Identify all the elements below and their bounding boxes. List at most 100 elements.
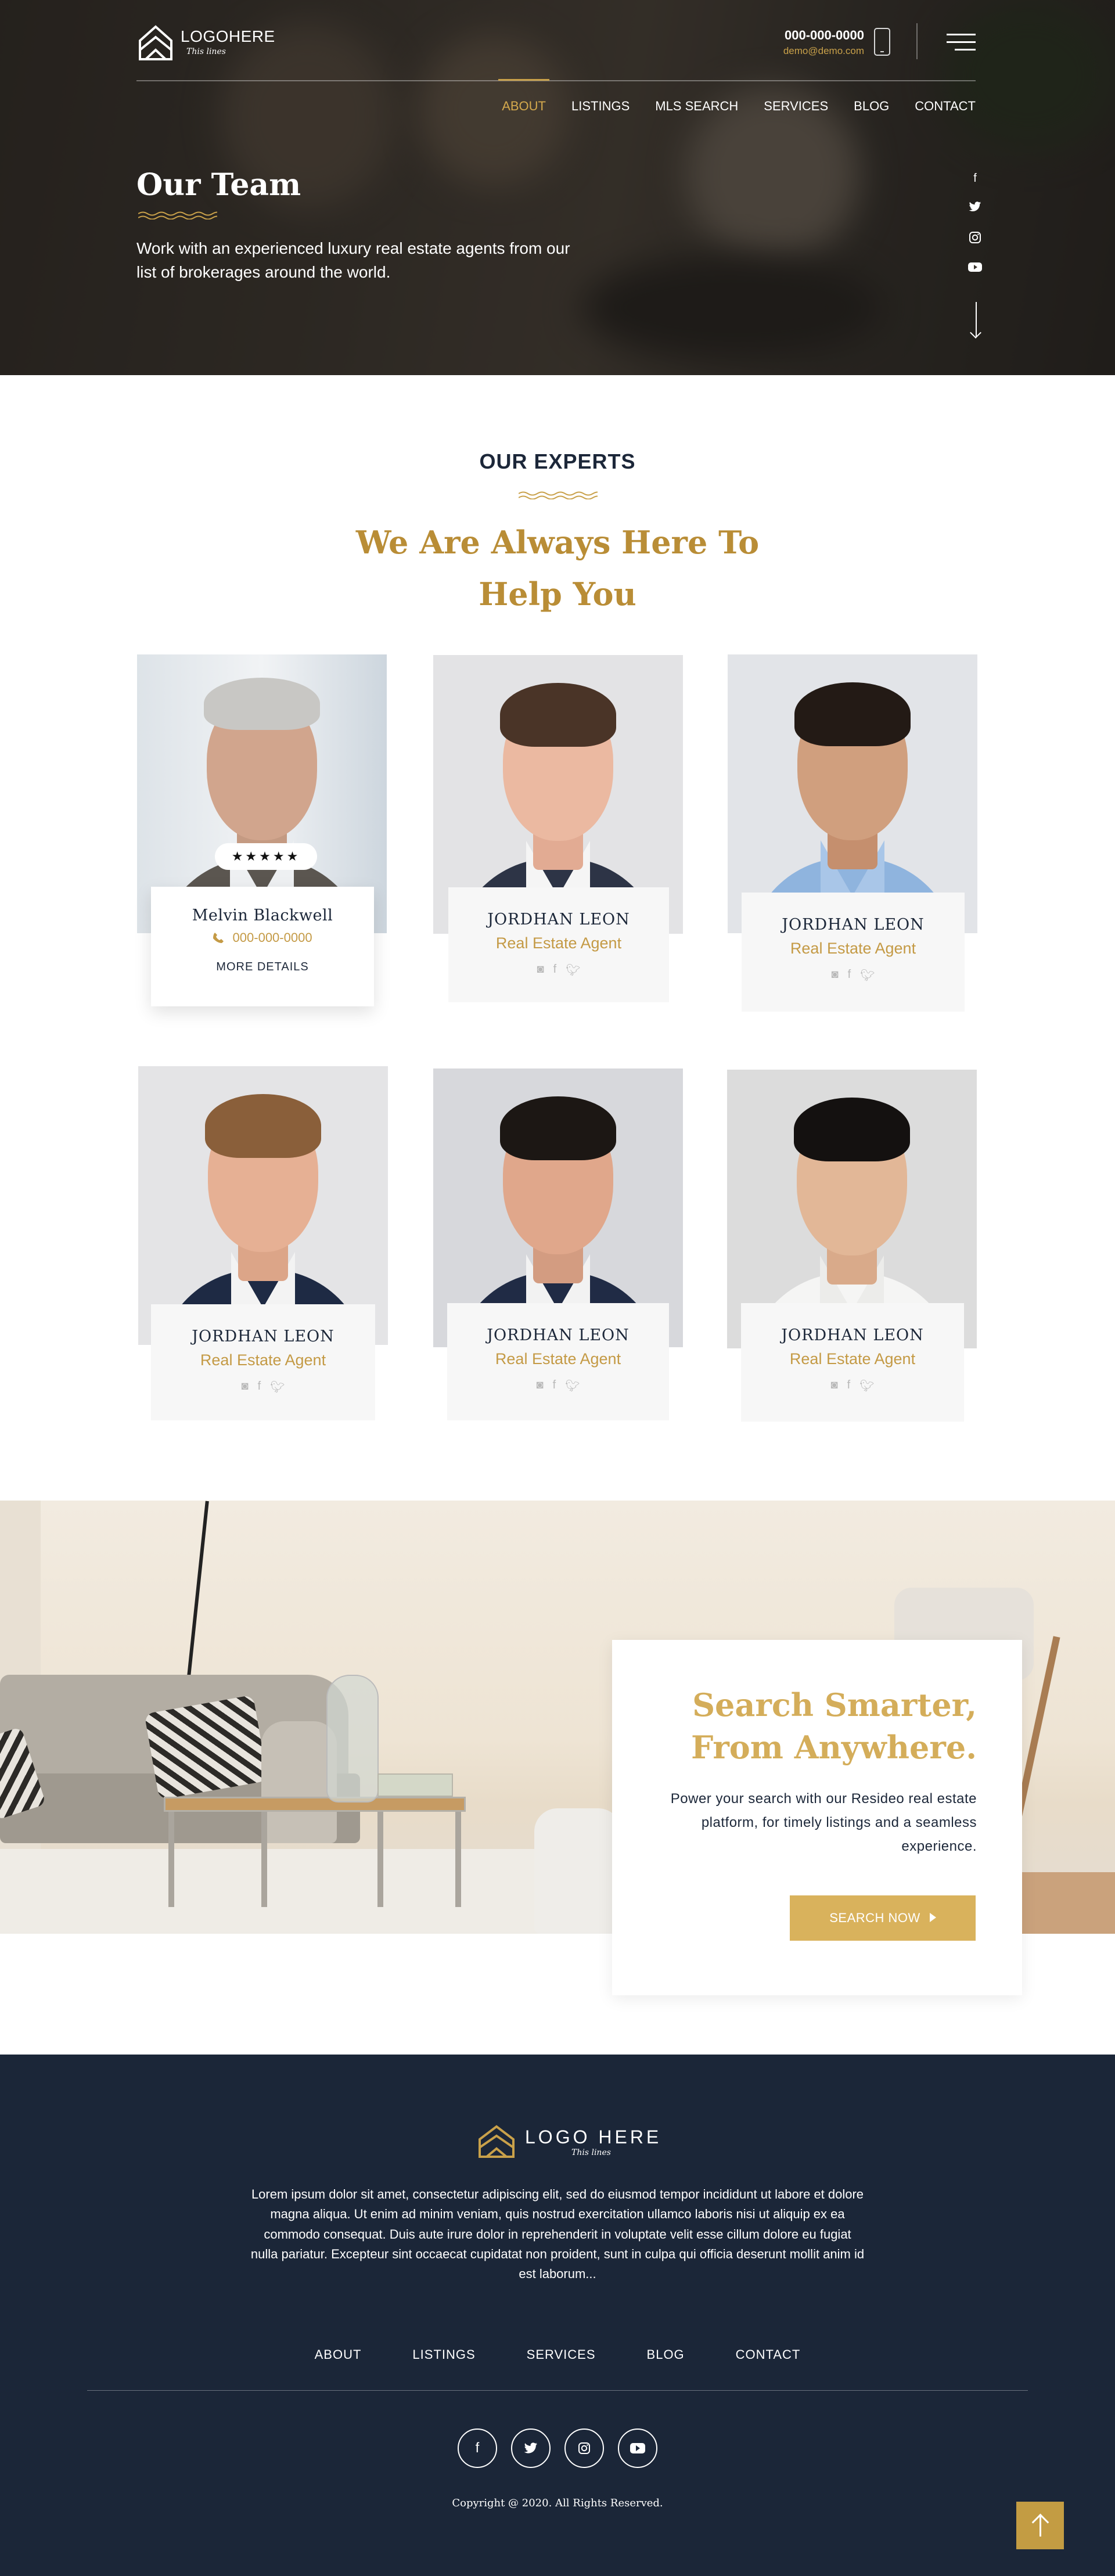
nav-blog[interactable]: BLOG (854, 99, 889, 114)
twitter-icon[interactable]: 🐦︎ (565, 1379, 580, 1393)
agent-name: JORDHAN LEON (487, 1326, 630, 1344)
footer: LOGO HERE This lines Lorem ipsum dolor s… (0, 2055, 1115, 2576)
section-title: We Are Always Here To Help You (355, 524, 760, 613)
agent-role: Real Estate Agent (789, 1350, 916, 1368)
instagram-icon[interactable]: ◙ (831, 968, 838, 983)
twitter-icon[interactable]: 🐦︎ (566, 963, 580, 977)
nav-services[interactable]: SERVICES (764, 99, 828, 114)
logo-text: LOGOHERE (181, 27, 275, 45)
page-title: Our Team (136, 167, 301, 203)
footer-nav: ABOUT LISTINGS SERVICES BLOG CONTACT (0, 2347, 1115, 2362)
instagram-icon[interactable] (967, 231, 983, 246)
footer-nav-contact[interactable]: CONTACT (736, 2347, 801, 2362)
agent-info: JORDHAN LEON Real Estate Agent ◙ f 🐦︎ (742, 893, 965, 1012)
instagram-icon[interactable]: ◙ (241, 1380, 248, 1394)
nav-listings[interactable]: LISTINGS (571, 99, 630, 114)
facebook-icon[interactable]: f (458, 2429, 497, 2468)
footer-logo-tagline: This lines (571, 2147, 611, 2157)
main-nav: ABOUT LISTINGS MLS SEARCH SERVICES BLOG … (498, 79, 976, 114)
agent-phone-row[interactable]: 000-000-0000 (151, 930, 374, 945)
agent-social: ◙ f 🐦︎ (447, 1379, 669, 1393)
agent-card[interactable]: JORDHAN LEON Real Estate Agent ◙ f 🐦︎ (433, 655, 683, 1003)
twitter-icon[interactable]: 🐦︎ (860, 968, 875, 983)
twitter-icon[interactable]: 🐦︎ (270, 1380, 285, 1394)
facebook-icon[interactable]: f (258, 1380, 261, 1394)
agent-info: JORDHAN LEON Real Estate Agent ◙ f 🐦︎ (448, 887, 669, 1002)
instagram-icon[interactable]: ◙ (830, 1379, 837, 1393)
search-now-button[interactable]: SEARCH NOW (790, 1895, 976, 1941)
header-phone[interactable]: 000-000-0000 (783, 28, 864, 43)
logo-tagline: This lines (186, 47, 226, 56)
search-card: Search Smarter, From Anywhere. Power you… (612, 1640, 1022, 1995)
vase (326, 1675, 379, 1803)
footer-nav-about[interactable]: ABOUT (315, 2347, 362, 2362)
agent-card-featured[interactable]: ★★★★★ Melvin Blackwell 000-000-0000 MORE… (137, 654, 387, 1009)
footer-nav-listings[interactable]: LISTINGS (412, 2347, 475, 2362)
footer-logo[interactable]: LOGO HERE This lines (477, 2124, 661, 2159)
youtube-icon[interactable] (618, 2429, 657, 2468)
facebook-icon[interactable]: f (553, 963, 557, 977)
phone-icon (213, 933, 224, 943)
header-divider (916, 23, 918, 59)
wave-divider-icon (138, 211, 217, 220)
footer-nav-services[interactable]: SERVICES (527, 2347, 596, 2362)
footer-description: Lorem ipsum dolor sit amet, consectetur … (250, 2187, 865, 2282)
nav-about[interactable]: ABOUT (498, 79, 549, 114)
more-details-link[interactable]: MORE DETAILS (151, 960, 374, 974)
facebook-icon[interactable]: f (967, 171, 983, 186)
agent-info: JORDHAN LEON Real Estate Agent ◙ f 🐦︎ (741, 1303, 964, 1422)
header-logo[interactable]: LOGOHERE This lines (138, 23, 275, 62)
agent-name: JORDHAN LEON (192, 1327, 334, 1345)
section-label: OUR EXPERTS (479, 449, 636, 473)
instagram-icon[interactable]: ◙ (536, 1379, 543, 1393)
search-title: Search Smarter, From Anywhere. (690, 1686, 977, 1766)
agent-role: Real Estate Agent (200, 1351, 326, 1369)
facebook-icon[interactable]: f (848, 968, 851, 983)
twitter-icon[interactable] (511, 2429, 551, 2468)
footer-nav-blog[interactable]: BLOG (647, 2347, 685, 2362)
scroll-down-icon[interactable] (976, 302, 977, 337)
agent-name: JORDHAN LEON (781, 1326, 924, 1344)
agent-name: Melvin Blackwell (192, 906, 333, 924)
facebook-icon[interactable]: f (553, 1379, 556, 1393)
mobile-phone-icon (874, 28, 890, 56)
agent-social: ◙ f 🐦︎ (742, 968, 965, 983)
search-description: Power your search with our Resideo real … (670, 1791, 977, 1854)
agent-social: ◙ f 🐦︎ (741, 1379, 964, 1393)
pouf (534, 1808, 621, 1934)
house-logo-icon (479, 2125, 515, 2158)
back-to-top-button[interactable] (1016, 2502, 1064, 2549)
instagram-icon[interactable]: ◙ (537, 963, 544, 977)
nav-contact[interactable]: CONTACT (915, 99, 976, 114)
agent-info: Melvin Blackwell 000-000-0000 MORE DETAI… (151, 887, 374, 1006)
agent-photo (728, 654, 977, 933)
header-email[interactable]: demo@demo.com (783, 45, 864, 57)
agent-card[interactable]: JORDHAN LEON Real Estate Agent ◙ f 🐦︎ (138, 1066, 388, 1422)
agent-role: Real Estate Agent (495, 934, 622, 952)
agent-name: JORDHAN LEON (487, 911, 630, 929)
youtube-icon[interactable] (967, 261, 983, 276)
copyright: Copyright @ 2020. All Rights Reserved. (452, 2497, 663, 2509)
agent-social: ◙ f 🐦︎ (151, 1380, 375, 1394)
search-now-label: SEARCH NOW (829, 1911, 920, 1925)
facebook-icon[interactable]: f (847, 1379, 851, 1393)
agent-role: Real Estate Agent (790, 940, 916, 957)
agent-name: JORDHAN LEON (782, 916, 925, 934)
books (377, 1773, 453, 1797)
agent-phone: 000-000-0000 (232, 930, 312, 945)
rating-stars: ★★★★★ (215, 843, 317, 870)
nav-mls-search[interactable]: MLS SEARCH (655, 99, 738, 114)
header-rule (136, 80, 976, 81)
agent-info: JORDHAN LEON Real Estate Agent ◙ f 🐦︎ (447, 1303, 669, 1420)
hero-social: f (967, 171, 983, 276)
agent-card[interactable]: JORDHAN LEON Real Estate Agent ◙ f 🐦︎ (728, 654, 977, 1012)
twitter-icon[interactable] (967, 201, 983, 216)
instagram-icon[interactable] (564, 2429, 604, 2468)
hamburger-menu-icon[interactable] (947, 34, 976, 51)
agent-card[interactable]: JORDHAN LEON Real Estate Agent ◙ f 🐦︎ (727, 1070, 977, 1422)
wave-divider-icon (519, 491, 598, 499)
house-logo-icon (139, 25, 172, 60)
agent-card[interactable]: JORDHAN LEON Real Estate Agent ◙ f 🐦︎ (433, 1068, 683, 1422)
play-icon (929, 1913, 936, 1922)
twitter-icon[interactable]: 🐦︎ (859, 1379, 874, 1393)
